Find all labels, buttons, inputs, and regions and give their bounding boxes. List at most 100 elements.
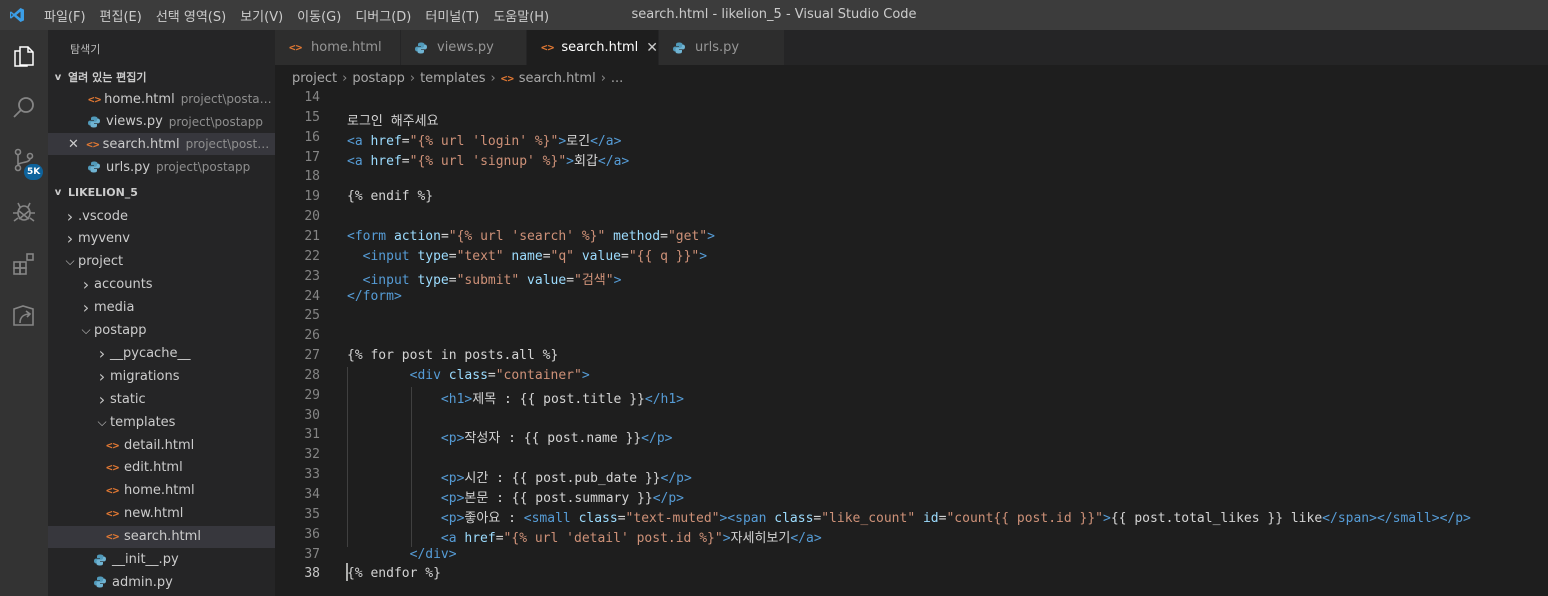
menu-item-2[interactable]: 선택 영역(S) xyxy=(149,6,233,25)
breadcrumb-item[interactable]: ... xyxy=(611,71,623,86)
line-number: 35 xyxy=(304,506,320,522)
code-line: <p>작성자 : {{ post.name }}</p> xyxy=(347,427,673,446)
menu-item-5[interactable]: 디버그(D) xyxy=(348,6,418,25)
file-item[interactable]: <> search.html xyxy=(48,525,275,548)
menu-item-6[interactable]: 터미널(T) xyxy=(418,6,486,25)
open-editors-header[interactable]: v 열려 있는 편집기 xyxy=(48,66,275,88)
sidebar-title: 탐색기 xyxy=(70,43,101,56)
folder-item[interactable]: › accounts xyxy=(48,274,275,296)
file-item[interactable]: admin.py xyxy=(48,571,275,593)
chevron-right-icon: › xyxy=(82,298,90,318)
open-editor-path: project\postapp xyxy=(156,160,251,175)
tab-urls-py[interactable]: urls.py xyxy=(659,30,785,65)
folder-item[interactable]: › media xyxy=(48,297,275,319)
code-token: "{% url 'signup' %}" xyxy=(409,153,567,169)
folder-item[interactable]: ⌵ postapp xyxy=(48,320,275,342)
file-item[interactable]: <> edit.html xyxy=(48,457,275,479)
chevron-down-icon: ⌵ xyxy=(81,323,91,337)
line-number: 34 xyxy=(304,487,320,502)
code-line: <div class="container"> xyxy=(347,368,590,383)
menu-item-3[interactable]: 보기(V) xyxy=(233,6,290,25)
open-editor-item[interactable]: urls.py project\postapp xyxy=(48,156,275,178)
code-token: class xyxy=(448,367,488,383)
close-icon[interactable]: ✕ xyxy=(68,137,86,152)
folder-item[interactable]: ⌵ templates xyxy=(48,411,275,433)
line-number: 19 xyxy=(304,189,320,205)
breadcrumb-item[interactable]: templates xyxy=(420,71,485,86)
menu-item-4[interactable]: 이동(G) xyxy=(290,6,348,25)
line-number: 14 xyxy=(304,90,320,105)
menu-bar: 파일(F) 편집(E) 선택 영역(S) 보기(V) 이동(G) 디버그(D) 터미널(T)… xyxy=(37,0,556,30)
code-token: ><span xyxy=(719,510,775,526)
code-token: <a xyxy=(347,133,371,149)
html-file-icon: <> xyxy=(541,41,555,54)
menu-item-7[interactable]: 도움말(H) xyxy=(486,6,556,25)
tree-item-label: edit.html xyxy=(124,460,183,476)
folder-item[interactable]: ⌵ project xyxy=(48,251,275,273)
open-editor-label: home.html xyxy=(104,91,175,107)
code-line: <p>시간 : {{ post.pub_date }}</p> xyxy=(347,467,692,486)
code-token: </span></small></p> xyxy=(1322,510,1471,526)
tree-item-label: __pycache__ xyxy=(110,345,191,361)
code-token: <a xyxy=(347,153,371,169)
code-token: "q" xyxy=(550,248,575,264)
close-icon[interactable]: ✕ xyxy=(646,40,658,56)
file-item[interactable]: <> detail.html xyxy=(48,434,275,456)
tree-item-label: admin.py xyxy=(112,574,173,590)
chevron-right-icon: › xyxy=(409,71,416,86)
menu-item-1[interactable]: 편집(E) xyxy=(93,6,149,25)
code-token: = xyxy=(620,248,629,264)
chevron-right-icon: › xyxy=(82,275,90,295)
tab-search-html[interactable]: <> search.html ✕ xyxy=(527,30,659,65)
open-editor-item[interactable]: views.py project\postapp xyxy=(48,111,275,133)
debug-icon[interactable] xyxy=(0,188,48,236)
open-editor-item[interactable]: ✕ <> search.html project\postap... xyxy=(48,133,275,156)
file-item[interactable]: <> home.html xyxy=(48,480,275,502)
html-file-icon: <> xyxy=(86,137,100,151)
folder-item[interactable]: › .vscode xyxy=(48,205,275,227)
breadcrumb-item[interactable]: search.html xyxy=(519,71,596,86)
explorer-icon[interactable] xyxy=(0,32,48,80)
code-line: {% endfor %} xyxy=(347,566,441,581)
extensions-icon[interactable] xyxy=(0,240,48,288)
file-item[interactable]: <> new.html xyxy=(48,503,275,525)
code-token: {% endfor %} xyxy=(347,566,441,582)
code-token: action xyxy=(393,228,441,244)
code-token: "submit" xyxy=(456,272,520,288)
code-token: <p> xyxy=(440,471,465,487)
folder-item[interactable]: › __pycache__ xyxy=(48,342,275,364)
remote-icon[interactable] xyxy=(0,292,48,340)
folder-item[interactable]: › migrations xyxy=(48,365,275,387)
workspace-header[interactable]: v LIKELION_5 xyxy=(48,181,275,203)
code-token: 회갑 xyxy=(574,153,598,169)
code-token: 자세히보기 xyxy=(730,530,791,546)
breadcrumb-item[interactable]: postapp xyxy=(352,71,405,86)
code-token: type xyxy=(417,248,449,264)
open-editor-path: project\postapp xyxy=(168,114,263,129)
open-editor-item[interactable]: <>home.html project\postapp... xyxy=(48,88,275,110)
code-token: </a> xyxy=(597,153,630,169)
chevron-down-icon: ⌵ xyxy=(97,414,107,429)
code-token: <p> xyxy=(440,510,465,526)
line-number: 22 xyxy=(304,248,320,264)
source-control-icon[interactable]: 5K xyxy=(0,136,48,184)
code-line: <p>본문 : {{ post.summary }}</p> xyxy=(347,487,684,506)
search-icon[interactable] xyxy=(0,84,48,132)
line-number: 33 xyxy=(304,467,320,483)
tab-views-py[interactable]: views.py xyxy=(401,30,527,65)
code-editor[interactable]: 14 15 로그인 해주세요 16 <a href="{% url 'login' %}… xyxy=(275,89,1548,596)
file-item[interactable]: __init__.py xyxy=(48,549,275,571)
tree-item-label: static xyxy=(110,391,146,407)
folder-item[interactable]: › myvenv xyxy=(48,228,275,250)
line-number: 29 xyxy=(304,387,320,403)
tab-home-html[interactable]: <> home.html xyxy=(275,30,401,65)
folder-item[interactable]: › static xyxy=(48,388,275,410)
breadcrumb-item[interactable]: project xyxy=(292,71,337,86)
menu-item-0[interactable]: 파일(F) xyxy=(37,6,93,25)
